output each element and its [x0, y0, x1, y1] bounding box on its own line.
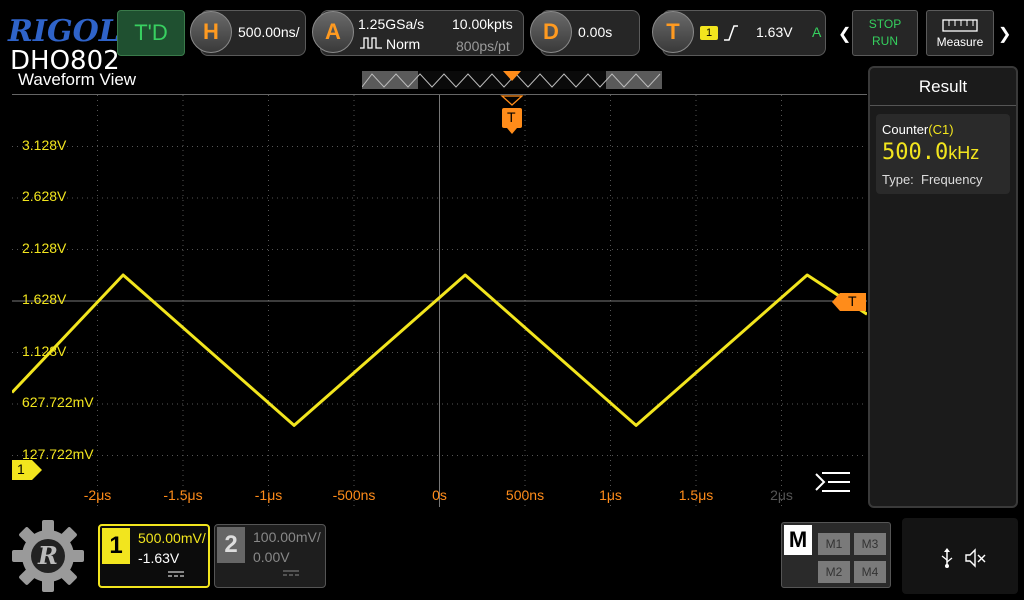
math-m2[interactable]: M2: [818, 561, 850, 583]
x-tick-label: 1.5μs: [678, 487, 714, 503]
run-label: RUN: [872, 34, 898, 48]
memory-depth: 10.00kpts: [452, 16, 513, 32]
type-value: Frequency: [921, 172, 983, 187]
top-bar: RIGOL DHO802 T'D H 500.00ns/ A 1.25GSa/s…: [0, 0, 1024, 76]
channel2-box[interactable]: 2 100.00mV/ 0.00V: [214, 524, 326, 588]
trigger-level: 1.63V: [756, 24, 793, 40]
delay-value: 0.00s: [578, 24, 613, 40]
timeline-preview: [361, 71, 661, 89]
y-tick-label: 1.128V: [22, 342, 67, 359]
channel2-scale: 100.00mV/: [253, 529, 321, 545]
counter-type: Type: Frequency: [882, 172, 982, 187]
x-tick-label: -1.5μs: [163, 487, 203, 503]
result-panel[interactable]: Result Counter(C1) 500.0kHz Type: Freque…: [868, 66, 1018, 508]
x-tick-label: 2μs: [770, 487, 793, 503]
y-tick-label: 3.128V: [22, 136, 67, 153]
counter-name: Counter: [882, 122, 929, 137]
x-tick-label: -1μs: [254, 487, 283, 503]
sample-rate: 1.25GSa/s: [358, 16, 425, 32]
ruler-icon: [942, 19, 978, 32]
channel2-offset: 0.00V: [253, 549, 290, 565]
type-label: Type:: [882, 172, 914, 187]
channel1-offset: -1.63V: [138, 550, 180, 566]
stop-run-button[interactable]: STOP RUN: [852, 10, 918, 56]
x-tick-label: 0s: [432, 487, 447, 503]
channel1-coupling-dc-icon: [168, 570, 184, 581]
channel1-number: 1: [102, 528, 130, 564]
x-tick-label: 500ns: [505, 487, 545, 503]
brand-logo: RIGOL: [8, 14, 120, 49]
trigger-position-label: T: [507, 109, 516, 125]
channel2-coupling-dc-icon: [283, 569, 299, 580]
channel1-marker-label: 1: [17, 461, 25, 477]
delay-key[interactable]: D: [530, 11, 572, 53]
math-box[interactable]: M M1 M3 M2 M4: [781, 522, 891, 588]
trigger-level-label: T: [848, 293, 857, 309]
channel1-scale: 500.00mV/: [138, 530, 206, 546]
math-m3[interactable]: M3: [854, 533, 886, 555]
acquire-mode-icon: [360, 37, 382, 49]
y-tick-label: 627.722mV: [22, 394, 94, 411]
counter-channel: (C1): [928, 122, 954, 137]
counter-label: Counter(C1): [882, 122, 954, 137]
x-tick-label: -500ns: [332, 487, 376, 503]
y-tick-label: 2.128V: [22, 239, 67, 256]
rising-edge-icon: [724, 25, 738, 41]
x-tick-label: 1μs: [599, 487, 622, 503]
memory-timeline[interactable]: [361, 71, 662, 89]
math-m1[interactable]: M1: [818, 533, 850, 555]
acquire-mode: Norm: [386, 36, 421, 52]
y-tick-label: 2.628V: [22, 188, 67, 204]
bottom-bar: R 1 500.00mV/ -1.63V 2 100.00mV/ 0.00V M…: [0, 512, 1024, 600]
math-m4[interactable]: M4: [854, 561, 886, 583]
stop-label: STOP: [868, 17, 902, 31]
y-tick-label: 1.628V: [22, 291, 67, 307]
waveform-canvas: [12, 95, 867, 507]
math-label: M: [784, 525, 812, 555]
waveform-view-title: Waveform View: [18, 70, 137, 89]
usb-icon: [941, 548, 953, 568]
trigger-key[interactable]: T: [652, 11, 694, 53]
counter-value: 500.0kHz: [882, 140, 979, 165]
x-tick-label: -2μs: [83, 487, 112, 503]
result-title: Result: [870, 68, 1016, 106]
trigger-delay-button[interactable]: T'D: [117, 10, 185, 56]
timebase-value: 500.00ns/: [238, 24, 300, 40]
menu-icon[interactable]: [812, 470, 852, 498]
counter-unit: kHz: [948, 143, 980, 163]
trigger-source-badge: 1: [700, 26, 718, 40]
chevron-right-icon[interactable]: ❯: [998, 24, 1011, 44]
counter-number: 500.0: [882, 140, 949, 165]
measure-label: Measure: [936, 35, 984, 49]
speaker-muted-icon[interactable]: [964, 548, 988, 568]
acquire-key[interactable]: A: [312, 11, 354, 53]
horizontal-key[interactable]: H: [190, 11, 232, 53]
waveform-plot[interactable]: 3.128V 2.628V 2.128V 1.628V 1.128V 627.722mV 1…: [12, 94, 867, 507]
gear-menu-icon[interactable]: R: [10, 518, 86, 594]
channel1-box[interactable]: 1 500.00mV/ -1.63V: [98, 524, 210, 588]
chevron-left-icon[interactable]: ❮: [838, 24, 851, 44]
svg-text:R: R: [37, 541, 58, 570]
counter-card[interactable]: Counter(C1) 500.0kHz Type: Frequency: [876, 114, 1010, 194]
measure-button[interactable]: Measure: [926, 10, 994, 56]
channel2-number: 2: [217, 527, 245, 563]
sample-interval: 800ps/pt: [456, 38, 510, 54]
trigger-status: A: [812, 24, 822, 40]
system-status: [902, 518, 1018, 594]
